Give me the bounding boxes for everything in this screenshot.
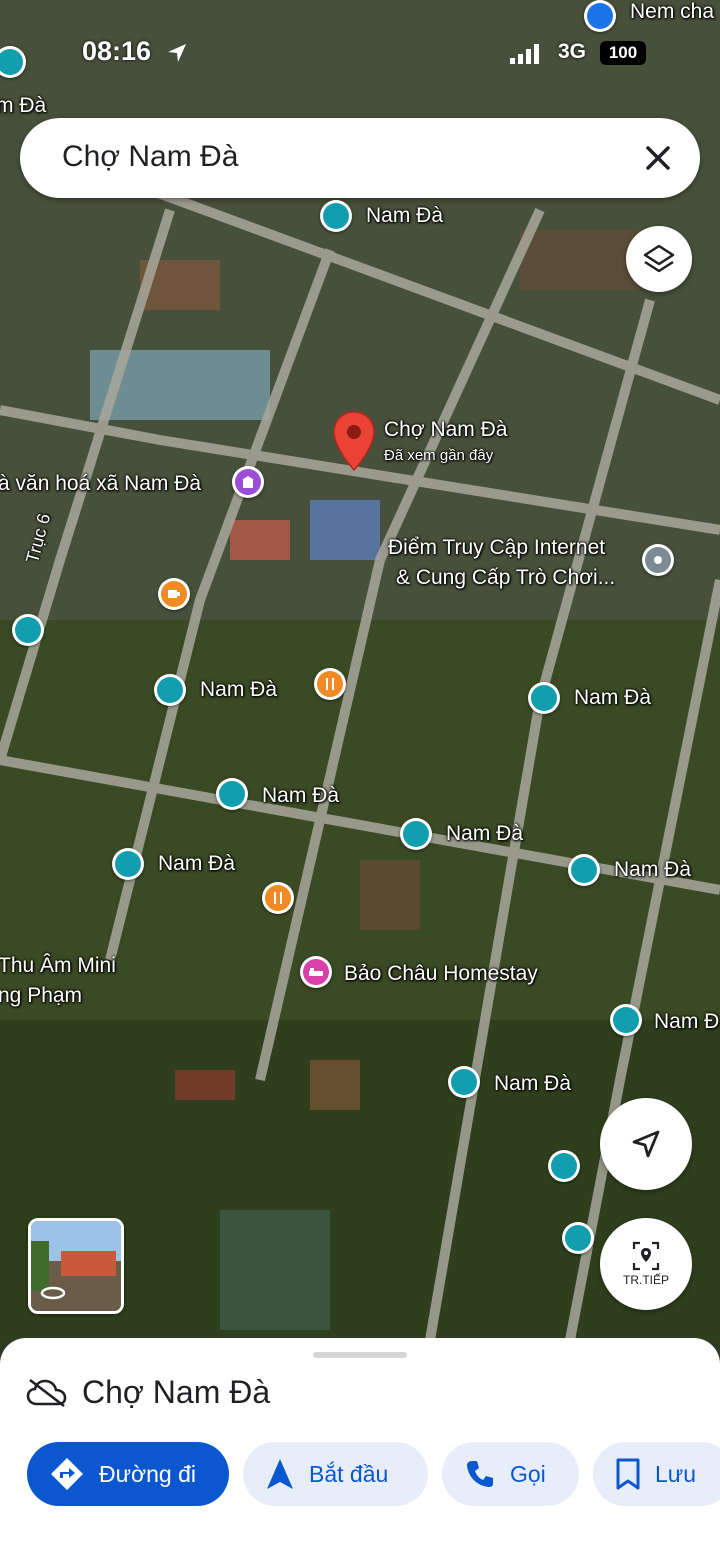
network-type: 3G bbox=[558, 40, 587, 63]
poi-shopping-icon[interactable] bbox=[584, 0, 616, 32]
poi-bookmark-icon[interactable] bbox=[320, 200, 352, 232]
poi-bookmark-icon[interactable] bbox=[610, 1004, 642, 1036]
navigation-arrow-icon bbox=[632, 1130, 660, 1158]
my-location-button[interactable] bbox=[600, 1098, 692, 1190]
poi-label-line2[interactable]: & Cung Cấp Trò Chơi... bbox=[396, 566, 615, 590]
signal-icon bbox=[510, 44, 539, 64]
next-step-label: TR.TIẾP bbox=[622, 1273, 669, 1287]
poi-label[interactable]: m Đà bbox=[0, 94, 46, 118]
save-button[interactable]: Lưu bbox=[593, 1442, 720, 1506]
battery-indicator: 100 bbox=[600, 41, 646, 65]
poi-cafe-icon[interactable] bbox=[158, 578, 190, 610]
directions-icon bbox=[51, 1458, 83, 1490]
phone-icon bbox=[467, 1461, 493, 1487]
directions-button[interactable]: Đường đi bbox=[27, 1442, 229, 1506]
poi-label[interactable]: Nam Đà bbox=[574, 686, 651, 710]
street-view-thumbnail[interactable] bbox=[28, 1218, 124, 1314]
place-title: Chợ Nam Đà bbox=[82, 1374, 271, 1410]
location-arrow-icon bbox=[168, 44, 186, 62]
poi-label[interactable]: Nam Đà bbox=[200, 678, 277, 702]
search-query[interactable]: Chợ Nam Đà bbox=[62, 140, 238, 174]
poi-bookmark-icon[interactable] bbox=[548, 1150, 580, 1182]
poi-label[interactable]: à văn hoá xã Nam Đà bbox=[0, 472, 201, 496]
poi-label[interactable]: Nam Đà bbox=[262, 784, 339, 808]
poi-label[interactable]: Nem cha bbox=[630, 0, 714, 24]
poi-restaurant-icon[interactable] bbox=[314, 668, 346, 700]
poi-bookmark-icon[interactable] bbox=[112, 848, 144, 880]
offline-cloud-icon bbox=[26, 1378, 67, 1408]
poi-label[interactable]: Nam Đà bbox=[446, 822, 523, 846]
poi-label[interactable]: Bảo Châu Homestay bbox=[344, 962, 538, 986]
bookmark-icon bbox=[616, 1458, 640, 1490]
layers-button[interactable] bbox=[626, 226, 692, 292]
poi-bookmark-icon[interactable] bbox=[12, 614, 44, 646]
directions-label: Đường đi bbox=[99, 1460, 196, 1487]
close-icon[interactable] bbox=[638, 138, 678, 178]
scan-location-icon bbox=[632, 1241, 660, 1271]
street-view-icon bbox=[40, 1286, 66, 1300]
call-button[interactable]: Gọi bbox=[442, 1442, 579, 1506]
poi-bookmark-icon[interactable] bbox=[448, 1066, 480, 1098]
poi-restaurant-icon[interactable] bbox=[262, 882, 294, 914]
poi-bookmark-icon[interactable] bbox=[528, 682, 560, 714]
start-label: Bắt đầu bbox=[309, 1460, 389, 1487]
poi-bookmark-icon[interactable] bbox=[216, 778, 248, 810]
poi-label[interactable]: Nam Đà bbox=[494, 1072, 571, 1096]
status-time: 08:16 bbox=[82, 36, 152, 66]
poi-label[interactable]: Nam Đà bbox=[366, 204, 443, 228]
drag-handle[interactable] bbox=[313, 1352, 407, 1358]
poi-label[interactable]: Nam Đà bbox=[614, 858, 691, 882]
poi-label-line2[interactable]: ng Phạm bbox=[0, 984, 82, 1008]
poi-bookmark-icon[interactable] bbox=[562, 1222, 594, 1254]
search-bar[interactable]: Chợ Nam Đà bbox=[20, 118, 700, 198]
next-step-button[interactable]: TR.TIẾP bbox=[600, 1218, 692, 1310]
poi-label[interactable]: Điểm Truy Cập Internet bbox=[388, 536, 605, 560]
poi-label[interactable]: Thu Âm Mini bbox=[0, 954, 116, 978]
poi-location-pin-icon[interactable] bbox=[642, 544, 674, 576]
selected-place-name[interactable]: Chợ Nam Đà bbox=[384, 418, 507, 442]
selected-place-subtitle: Đã xem gần đây bbox=[384, 447, 494, 464]
start-button[interactable]: Bắt đầu bbox=[243, 1442, 428, 1506]
poi-bookmark-icon[interactable] bbox=[400, 818, 432, 850]
poi-bookmark-icon[interactable] bbox=[568, 854, 600, 886]
selected-place-marker-icon[interactable] bbox=[332, 410, 376, 472]
poi-bookmark-icon[interactable] bbox=[154, 674, 186, 706]
poi-label[interactable]: Nam Đ bbox=[654, 1010, 719, 1034]
poi-hotel-icon[interactable] bbox=[300, 956, 332, 988]
save-label: Lưu bbox=[655, 1460, 696, 1487]
call-label: Gọi bbox=[510, 1460, 546, 1487]
place-bottom-sheet[interactable]: Chợ Nam Đà Đường đi Bắt đầu Gọi Lưu bbox=[0, 1338, 720, 1564]
navigation-start-icon bbox=[267, 1459, 293, 1489]
layers-icon bbox=[643, 244, 675, 273]
poi-label[interactable]: Nam Đà bbox=[158, 852, 235, 876]
poi-civic-building-icon[interactable] bbox=[232, 466, 264, 498]
satellite-map[interactable]: 08:16 3G 100 Nem cha m Đà Chợ Nam Đà Nam… bbox=[0, 0, 720, 1340]
